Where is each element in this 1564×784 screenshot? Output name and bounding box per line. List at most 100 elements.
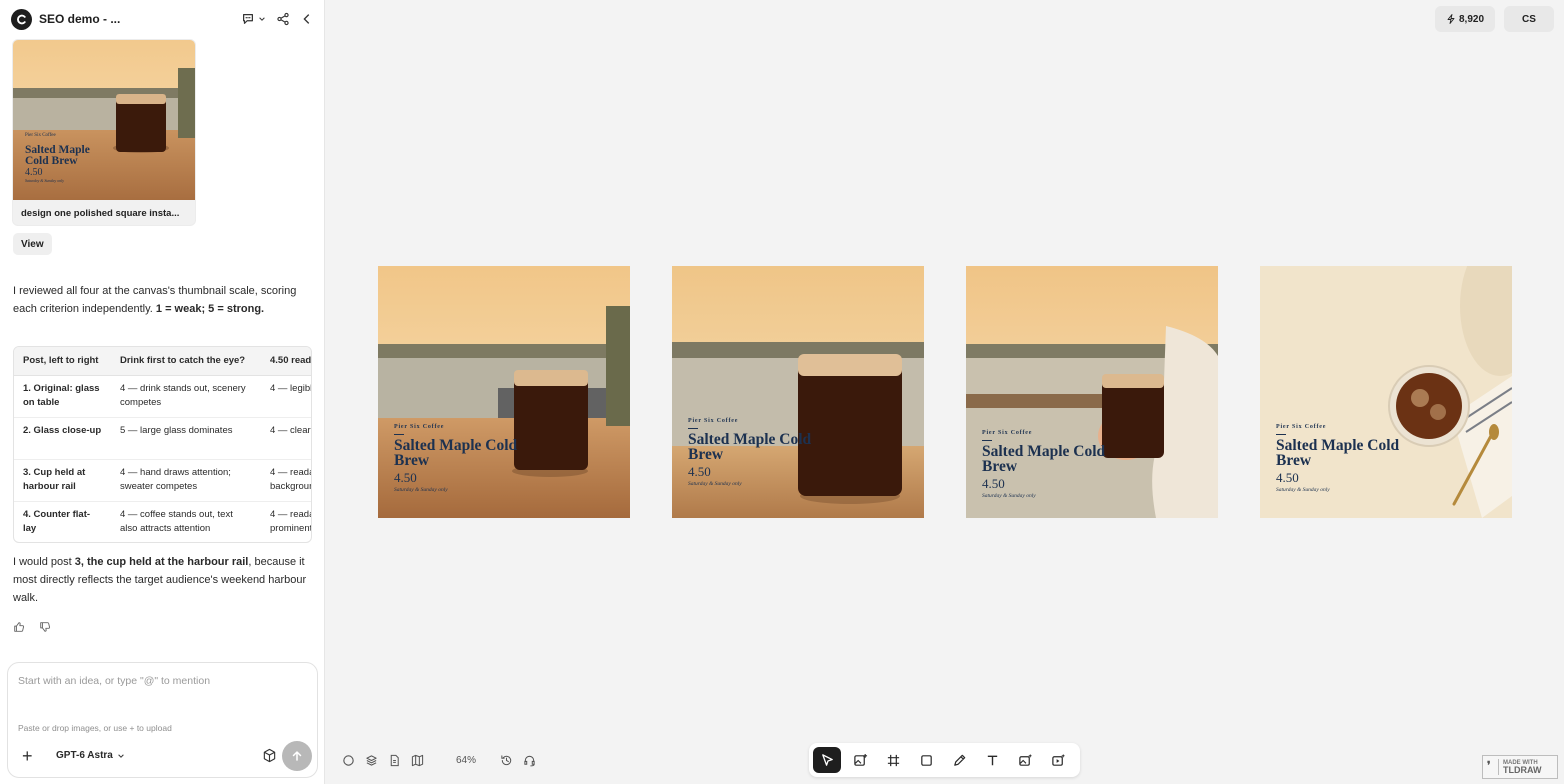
table-row: 2. Glass close-up 5 — large glass domina… — [14, 417, 311, 460]
post-brand: Pier Six Coffee — [1276, 424, 1327, 430]
post-product-name: Salted Maple Cold Brew — [1276, 437, 1400, 469]
post-image-original[interactable]: Pier Six Coffee Salted Maple Cold Brew 4… — [378, 266, 630, 518]
assistant-message-intro: I reviewed all four at the canvas's thum… — [13, 282, 308, 318]
recommendation-choice: 3, the cup held at the harbour rail — [74, 556, 249, 568]
post-overlay-text: Pier Six Coffee Salted Maple Cold Brew 4… — [394, 424, 524, 493]
project-title[interactable]: SEO demo - ... — [39, 12, 120, 26]
generated-image-thumbnail: Pier Six Coffee Salted Maple Cold Brew 4… — [13, 40, 195, 200]
share-button[interactable] — [276, 12, 290, 26]
composer-input[interactable]: Start with an idea, or type "@" to menti… — [18, 675, 210, 687]
video-generate-tool[interactable] — [1044, 747, 1072, 773]
post-price: 4.50 — [394, 470, 417, 485]
arrow-up-icon — [292, 750, 302, 761]
table-row: 3. Cup held at harbour rail 4 — hand dra… — [14, 459, 311, 502]
post-product-name: Salted Maple Cold Brew — [688, 431, 812, 463]
zoom-level[interactable]: 64% — [456, 755, 476, 766]
column-header: 4.50 readable? — [261, 347, 311, 376]
chat-sidebar: SEO demo - ... Pier Six Coffee Salted Ma… — [0, 0, 325, 784]
model-name: GPT-6 Astra — [56, 750, 113, 761]
made-with-tldraw-badge[interactable]: ❜ MADE WITH TLDRAW — [1482, 755, 1558, 779]
divider — [982, 440, 992, 441]
post-overlay-text: Pier Six Coffee Salted Maple Cold Brew 4… — [982, 430, 1112, 499]
post-brand: Pier Six Coffee — [982, 430, 1033, 436]
table-cell: 4 — hand draws attention; sweater compet… — [111, 459, 261, 502]
lightning-icon — [1447, 14, 1455, 24]
credits-count: 8,920 — [1458, 13, 1485, 25]
rectangle-tool[interactable] — [912, 747, 940, 773]
watermark-line2: TLDRAW — [1503, 765, 1542, 775]
credits-button[interactable]: 8,920 — [1435, 6, 1495, 32]
map-icon[interactable] — [411, 754, 424, 767]
thumbnail-price: 4.50 — [25, 167, 43, 178]
thumbs-down-button[interactable] — [39, 620, 51, 638]
cursor-icon — [821, 753, 833, 766]
thumbs-up-icon — [14, 622, 25, 632]
post-product-name: Salted Maple Cold Brew — [394, 437, 518, 469]
upload-hint: Paste or drop images, or use + to upload — [18, 723, 172, 733]
drawing-toolbar — [809, 743, 1080, 777]
user-avatar-button[interactable]: CS — [1504, 6, 1554, 32]
table-cell: 4 — coffee stands out, text also attract… — [111, 501, 261, 542]
thumbs-down-icon — [40, 622, 51, 632]
post-image-flat-lay[interactable]: Pier Six Coffee Salted Maple Cold Brew 4… — [1260, 266, 1512, 518]
collapse-sidebar-button[interactable] — [300, 12, 314, 26]
post-image-harbour-rail[interactable]: Pier Six Coffee Salted Maple Cold Brew 4… — [966, 266, 1218, 518]
post-days: Saturday & Sunday only — [394, 487, 448, 493]
divider — [394, 434, 404, 435]
scale-legend: 1 = weak; 5 = strong. — [155, 303, 265, 315]
generated-image-card[interactable]: Pier Six Coffee Salted Maple Cold Brew 4… — [12, 39, 196, 226]
table-row: 1. Original: glass on table 4 — drink st… — [14, 375, 311, 418]
divider — [1276, 434, 1286, 435]
hash-icon — [887, 754, 899, 766]
frame-tool[interactable] — [879, 747, 907, 773]
post-days: Saturday & Sunday only — [1276, 487, 1330, 493]
tldraw-logo-icon: ❜ — [1487, 759, 1499, 775]
post-price: 4.50 — [1276, 470, 1299, 485]
post-overlay-text: Pier Six Coffee Salted Maple Cold Brew 4… — [1276, 424, 1406, 493]
layers-icon[interactable] — [365, 754, 378, 767]
table-cell: 4 — readable prominent — [261, 501, 311, 542]
video-sparkle-icon — [1051, 753, 1065, 766]
chevron-down-icon — [118, 753, 124, 758]
recommendation-before: I would post — [13, 556, 75, 568]
table-row: 4. Counter flat-lay 4 — coffee stands ou… — [14, 501, 311, 542]
model-selector[interactable]: GPT-6 Astra — [56, 750, 125, 761]
add-attachment-button[interactable]: + — [22, 747, 33, 765]
share-icon — [277, 12, 289, 26]
cube-icon[interactable] — [262, 748, 277, 763]
feedback-buttons — [13, 620, 51, 638]
view-button[interactable]: View — [13, 233, 52, 255]
post-brand: Pier Six Coffee — [688, 418, 739, 424]
thumbnail-product-name: Salted Maple Cold Brew — [25, 144, 90, 167]
thumbs-up-button[interactable] — [13, 620, 25, 638]
headset-icon[interactable] — [523, 754, 536, 767]
send-button[interactable] — [282, 741, 312, 771]
select-tool[interactable] — [813, 747, 841, 773]
post-days: Saturday & Sunday only — [982, 493, 1036, 499]
square-icon — [920, 754, 932, 766]
text-icon — [987, 755, 997, 765]
app-logo[interactable] — [11, 8, 32, 30]
table-cell: 4. Counter flat-lay — [14, 501, 111, 542]
history-icon[interactable] — [500, 754, 513, 767]
document-icon[interactable] — [388, 754, 401, 767]
table-cell: 1. Original: glass on table — [14, 375, 111, 418]
table-cell: 4 — drink stands out, scenery competes — [111, 375, 261, 418]
column-header: Post, left to right — [14, 347, 111, 376]
chat-composer[interactable]: Start with an idea, or type "@" to menti… — [7, 662, 318, 778]
circle-icon[interactable] — [342, 754, 355, 767]
post-image-close-up[interactable]: Pier Six Coffee Salted Maple Cold Brew 4… — [672, 266, 924, 518]
thumbnail-brand: Pier Six Coffee — [25, 133, 56, 138]
image-caption: design one polished square insta... — [21, 207, 180, 219]
image-tool[interactable] — [846, 747, 874, 773]
table-cell: 4 — readable background — [261, 459, 311, 502]
column-header: Drink first to catch the eye? — [111, 347, 261, 376]
sidebar-header: SEO demo - ... — [0, 0, 325, 38]
chat-history-button[interactable] — [241, 12, 266, 26]
score-table[interactable]: Post, left to right Drink first to catch… — [13, 346, 312, 543]
draw-tool[interactable] — [945, 747, 973, 773]
post-days: Saturday & Sunday only — [688, 481, 742, 487]
text-tool[interactable] — [978, 747, 1006, 773]
image-generate-tool[interactable] — [1011, 747, 1039, 773]
chat-bubble-icon — [243, 14, 253, 24]
